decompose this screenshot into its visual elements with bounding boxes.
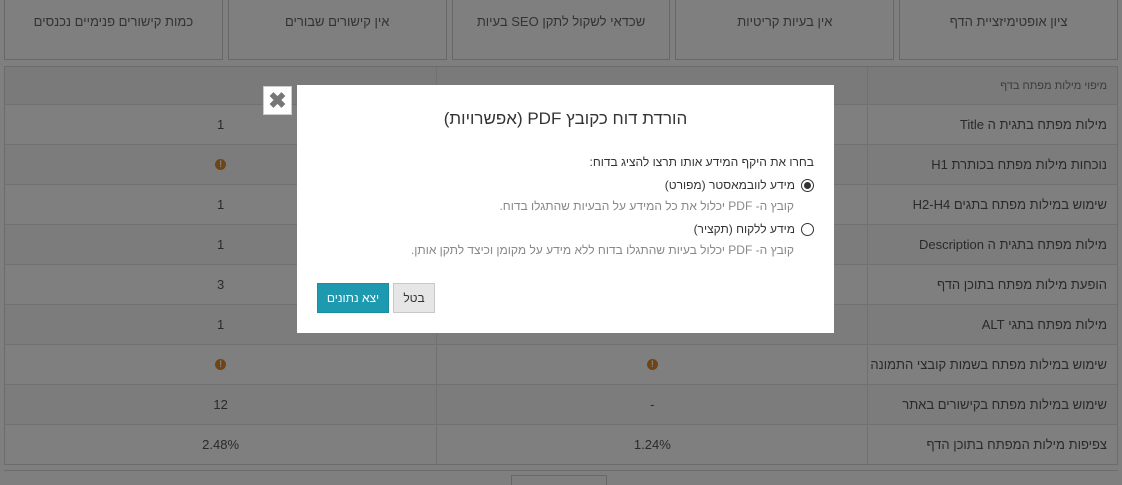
option-label-client[interactable]: מידע ללקוח (תקציר) [694,222,795,236]
option-webmaster[interactable]: מידע לוובמאסטר (מפורט) [665,178,814,192]
option-client[interactable]: מידע ללקוח (תקציר) [694,222,814,236]
radio-client[interactable] [801,222,814,236]
option-description-webmaster: קובץ ה- PDF יכלול את כל המידע על הבעיות … [499,199,794,213]
close-button[interactable]: ✖ [263,86,292,115]
scope-question: בחרו את היקף המידע אותו תרצו להציג בדוח: [589,155,814,169]
cancel-button[interactable]: בטל [393,283,435,313]
radio-webmaster-selected[interactable] [801,178,814,192]
option-label-webmaster[interactable]: מידע לוובמאסטר (מפורט) [665,178,795,192]
export-data-button[interactable]: יצא נתונים [317,283,389,313]
option-description-client: קובץ ה- PDF יכלול בעיות שהתגלו בדוח ללא … [410,243,794,257]
dialog-title: הורדת דוח כקובץ PDF (אפשרויות) [443,109,688,128]
close-icon: ✖ [268,87,287,113]
pdf-download-dialog: הורדת דוח כקובץ PDF (אפשרויות) בחרו את ה… [297,85,834,333]
